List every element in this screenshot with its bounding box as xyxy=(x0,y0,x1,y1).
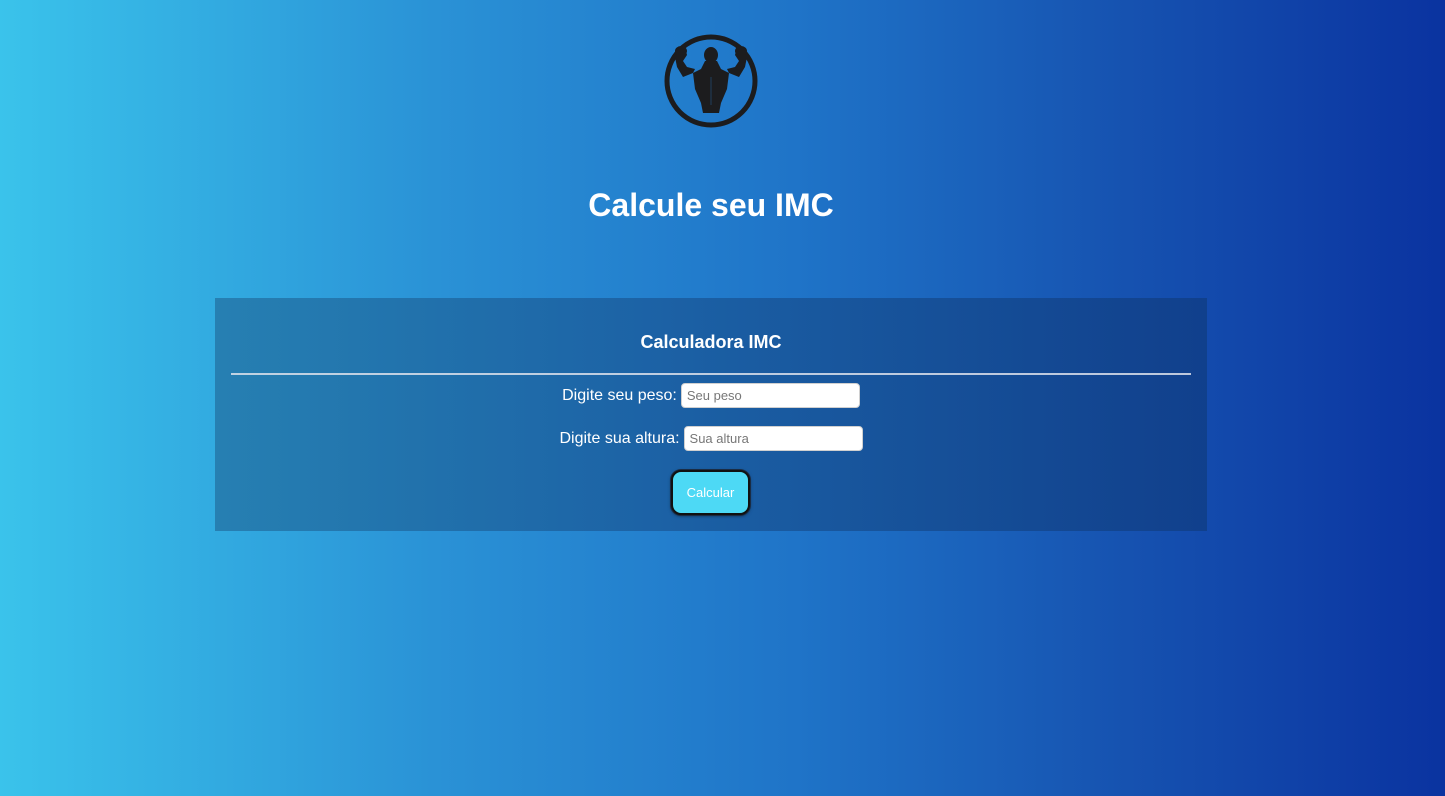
height-row: Digite sua altura: xyxy=(215,426,1207,451)
page-title: Calcule seu IMC xyxy=(588,187,834,223)
weight-row: Digite seu peso: xyxy=(215,383,1207,408)
logo xyxy=(663,33,759,129)
bmi-calculator-card: Calculadora IMC Digite seu peso: Digite … xyxy=(215,298,1207,531)
bodybuilder-logo-icon xyxy=(664,34,758,128)
calculate-button[interactable]: Calcular xyxy=(671,470,750,515)
calculator-title: Calculadora IMC xyxy=(640,332,782,352)
divider xyxy=(231,373,1191,375)
weight-label: Digite seu peso: xyxy=(562,386,677,404)
weight-input[interactable] xyxy=(680,383,860,408)
height-input[interactable] xyxy=(683,426,863,451)
height-label: Digite sua altura: xyxy=(559,429,680,447)
